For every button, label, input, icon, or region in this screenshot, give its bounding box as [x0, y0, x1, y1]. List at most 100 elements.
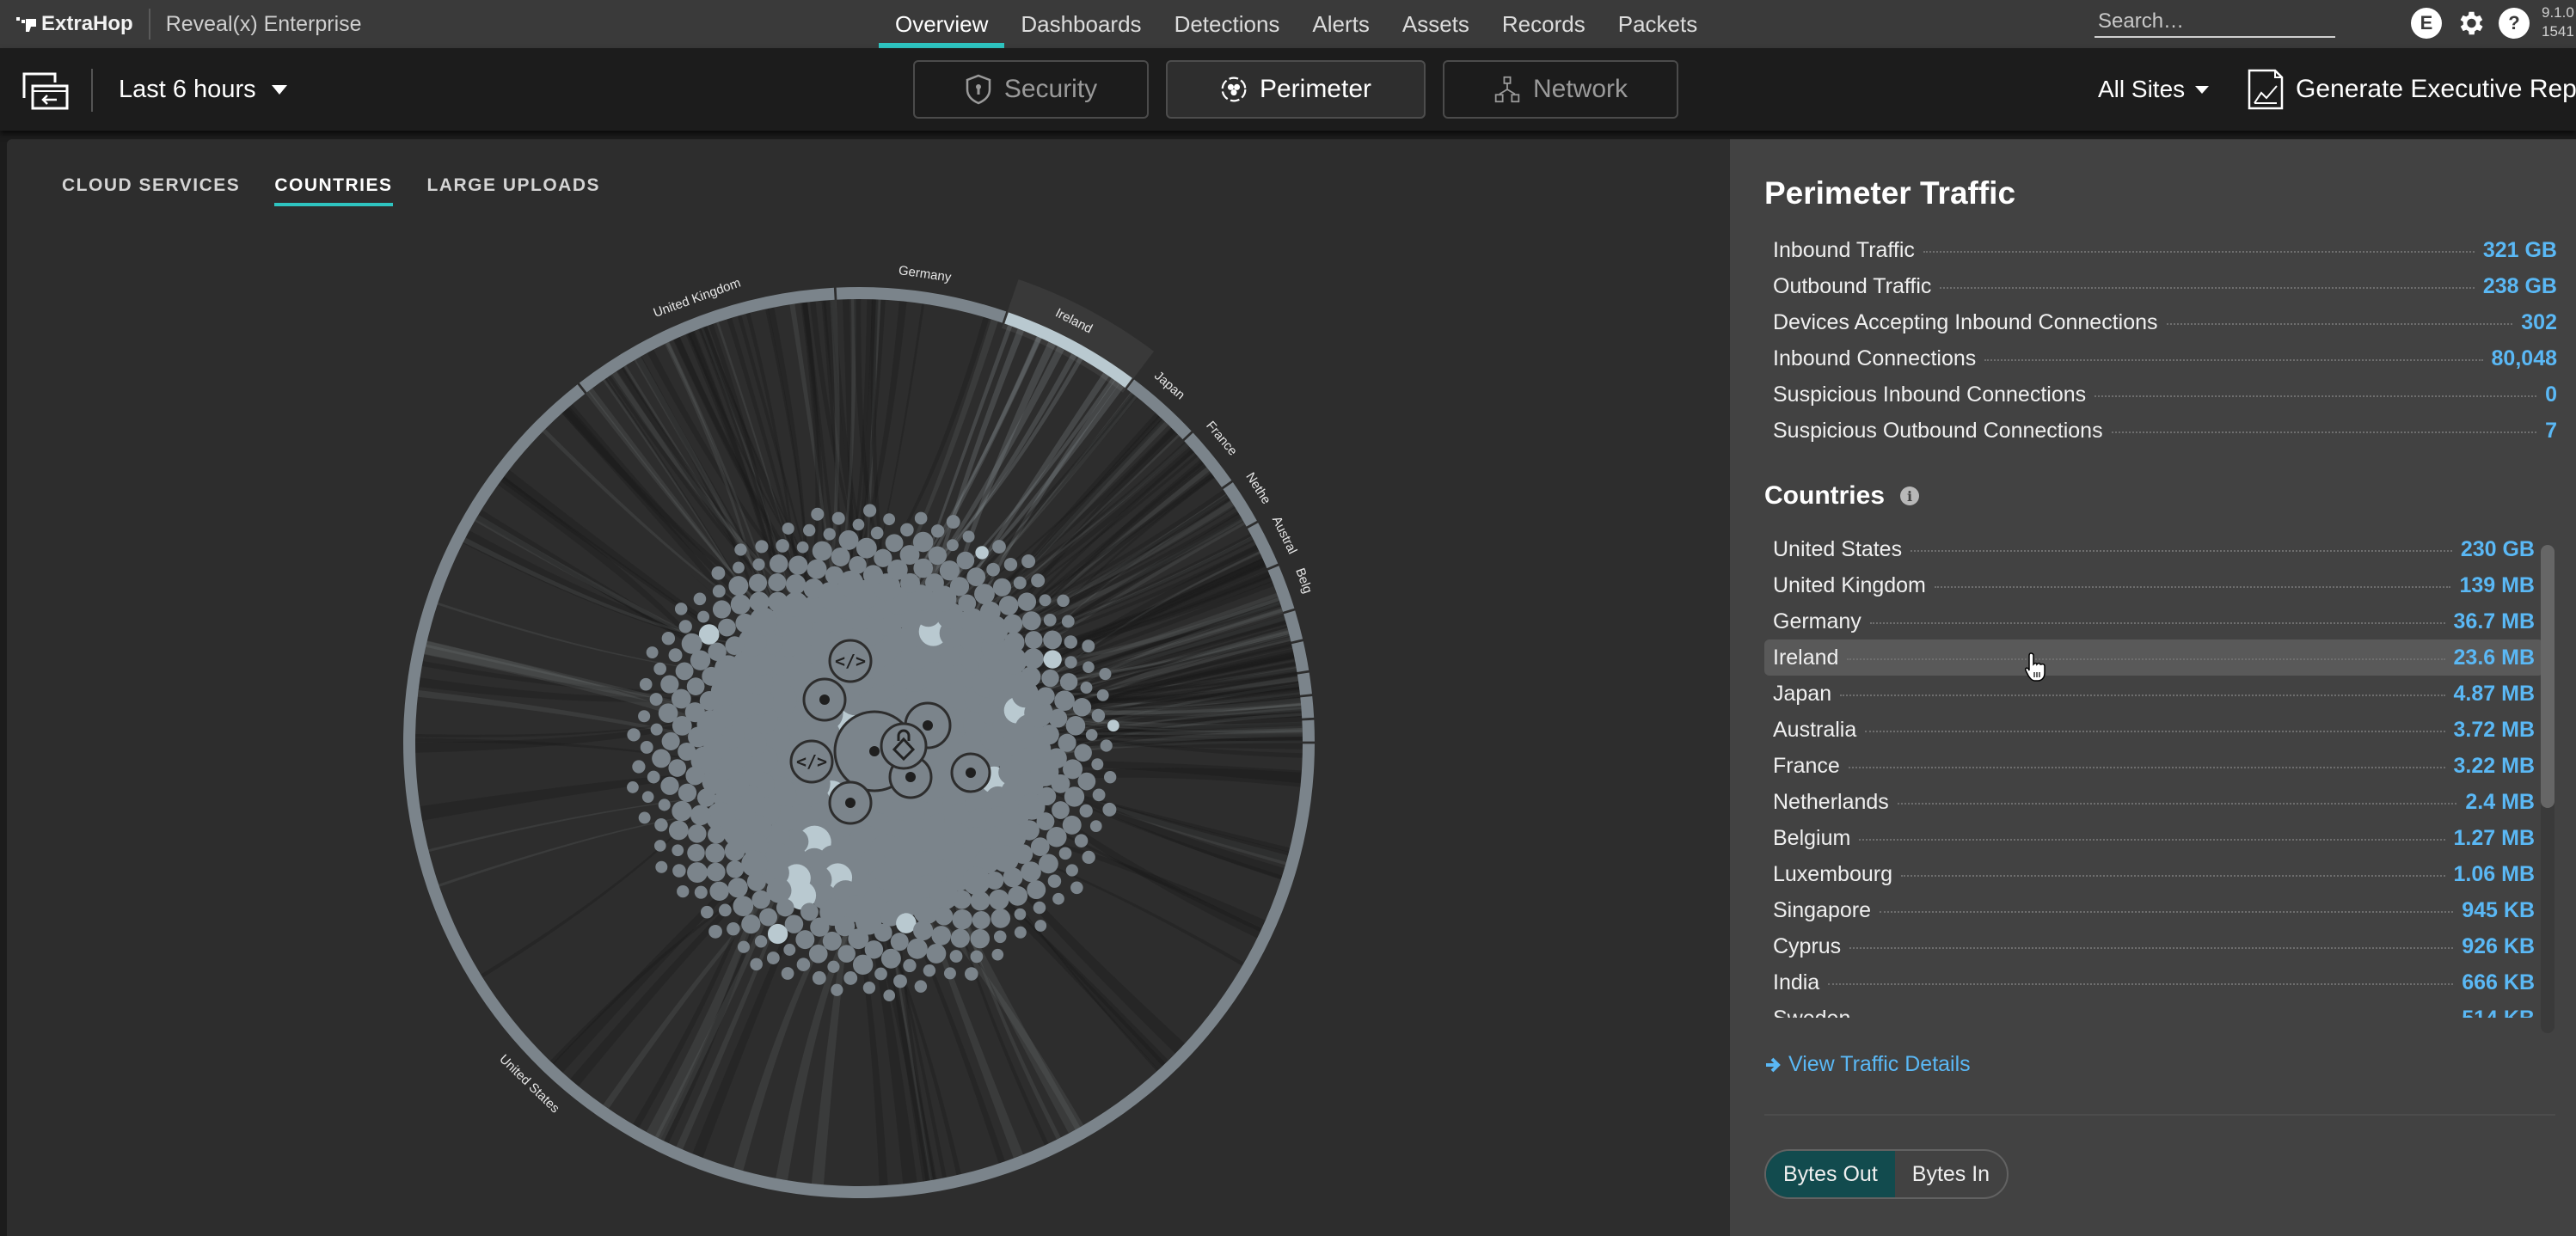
country-bytes[interactable]: 4.87 MB [2454, 682, 2535, 707]
device-bubble [979, 601, 1001, 622]
device-bubble [705, 843, 725, 863]
device-bubble [1019, 820, 1040, 841]
nav-overview[interactable]: Overview [879, 0, 1005, 48]
country-bytes[interactable]: 926 KB [2462, 934, 2535, 959]
bytes-in-option[interactable]: Bytes In [1895, 1151, 2007, 1197]
device-bubble [803, 523, 816, 537]
report-icon [2248, 69, 2284, 110]
device-bubble [913, 920, 934, 941]
country-bytes[interactable]: 1.27 MB [2454, 826, 2535, 851]
countries-scrollbar-thumb[interactable] [2541, 545, 2555, 808]
country-bytes[interactable]: 666 KB [2462, 970, 2535, 995]
perimeter-traffic-panel: Perimeter Traffic Inbound Traffic 321 GB … [1730, 139, 2576, 1236]
device-bubble [912, 531, 934, 553]
generate-report-button[interactable]: Generate Executive Report [2248, 67, 2576, 112]
nav-packets[interactable]: Packets [1602, 0, 1714, 48]
country-bytes[interactable]: 514 KB [2462, 1007, 2535, 1019]
stat-value[interactable]: 238 GB [2483, 274, 2557, 299]
device-bubble [1107, 719, 1119, 732]
country-row[interactable]: Belgium 1.27 MB [1764, 820, 2543, 856]
stat-value[interactable]: 7 [2545, 419, 2557, 444]
country-name: France [1773, 753, 1840, 778]
device-bubble [800, 903, 819, 921]
stat-inbound-traffic[interactable]: Inbound Traffic 321 GB [1773, 232, 2557, 268]
country-row[interactable]: India 666 KB [1764, 964, 2543, 1000]
dotted-leader [1984, 359, 2483, 361]
country-bytes[interactable]: 23.6 MB [2454, 646, 2535, 670]
device-bubble [1052, 892, 1064, 905]
tab-perimeter-label: Perimeter [1259, 75, 1372, 103]
country-bytes[interactable]: 2.4 MB [2465, 790, 2535, 815]
device-bubble [952, 909, 972, 930]
device-bubble [708, 825, 726, 844]
bytes-out-option[interactable]: Bytes Out [1766, 1151, 1895, 1197]
country-row[interactable]: Japan 4.87 MB [1764, 676, 2543, 712]
nav-records[interactable]: Records [1486, 0, 1602, 48]
stat-value[interactable]: 0 [2545, 382, 2557, 407]
device-bubble [768, 591, 788, 612]
stat-suspicious-outbound[interactable]: Suspicious Outbound Connections 7 [1773, 413, 2557, 449]
device-bubble [766, 951, 780, 964]
device-bubble [831, 983, 843, 996]
stat-value[interactable]: 321 GB [2483, 238, 2557, 263]
device-bubble [837, 945, 856, 963]
extrahop-logo[interactable]: ExtraHop [15, 12, 133, 36]
stat-suspicious-inbound[interactable]: Suspicious Inbound Connections 0 [1773, 376, 2557, 413]
stat-value[interactable]: 302 [2521, 310, 2557, 335]
device-bubble [796, 541, 809, 554]
toolbar: Last 6 hours Security Perimeter Network … [0, 48, 2576, 131]
country-bytes[interactable]: 230 GB [2461, 537, 2535, 562]
country-row[interactable]: United States 230 GB [1764, 531, 2543, 567]
gear-icon[interactable] [2454, 7, 2487, 40]
tab-security[interactable]: Security [913, 60, 1149, 119]
country-row[interactable]: Netherlands 2.4 MB [1764, 784, 2543, 820]
tab-large-uploads[interactable]: LARGE UPLOADS [427, 175, 601, 206]
country-row[interactable]: Sweden 514 KB [1764, 1000, 2543, 1019]
help-icon[interactable]: ? [2499, 8, 2530, 39]
device-bubble [1003, 632, 1025, 653]
country-bytes[interactable]: 36.7 MB [2454, 609, 2535, 634]
chord-diagram[interactable]: United StatesUnited KingdomGermanyIrelan… [7, 139, 1730, 1236]
country-row[interactable]: Luxembourg 1.06 MB [1764, 856, 2543, 892]
device-bubble [652, 749, 671, 768]
device-bubble [678, 742, 696, 762]
country-row[interactable]: France 3.22 MB [1764, 748, 2543, 784]
nav-alerts[interactable]: Alerts [1296, 0, 1385, 48]
dotted-leader [1923, 251, 2475, 253]
country-bytes[interactable]: 3.22 MB [2454, 754, 2535, 779]
country-row[interactable]: Ireland 23.6 MB [1764, 639, 2543, 676]
user-icon[interactable]: E [2411, 8, 2442, 39]
country-bytes[interactable]: 945 KB [2462, 898, 2535, 923]
stat-value[interactable]: 80,048 [2492, 346, 2557, 371]
device-bubble [1077, 772, 1096, 791]
info-icon[interactable]: i [1900, 486, 1920, 505]
nav-assets[interactable]: Assets [1386, 0, 1486, 48]
site-selector[interactable]: All Sites [2098, 67, 2210, 112]
country-bytes[interactable]: 139 MB [2459, 573, 2535, 598]
country-row[interactable]: Cyprus 926 KB [1764, 928, 2543, 964]
country-row[interactable]: Singapore 945 KB [1764, 892, 2543, 928]
country-row[interactable]: United Kingdom 139 MB [1764, 567, 2543, 603]
tab-cloud-services[interactable]: CLOUD SERVICES [62, 175, 240, 206]
device-bubble [991, 909, 1011, 928]
collapse-panel-button[interactable] [22, 72, 69, 110]
stat-inbound-connections[interactable]: Inbound Connections 80,048 [1773, 340, 2557, 376]
stat-outbound-traffic[interactable]: Outbound Traffic 238 GB [1773, 268, 2557, 304]
global-search-input[interactable] [2095, 7, 2335, 38]
device-bubble [726, 860, 745, 878]
country-bytes[interactable]: 1.06 MB [2454, 862, 2535, 887]
view-traffic-details-link[interactable]: View Traffic Details [1764, 1052, 1971, 1077]
tab-network-label: Network [1532, 75, 1628, 103]
build-number: 1541 [2542, 23, 2574, 40]
country-row[interactable]: Germany 36.7 MB [1764, 603, 2543, 639]
device-bubble [708, 642, 727, 661]
time-range-selector[interactable]: Last 6 hours [119, 67, 287, 112]
country-bytes[interactable]: 3.72 MB [2454, 718, 2535, 743]
nav-dashboards[interactable]: Dashboards [1004, 0, 1157, 48]
tab-perimeter[interactable]: Perimeter [1166, 60, 1426, 119]
nav-detections[interactable]: Detections [1158, 0, 1297, 48]
tab-network[interactable]: Network [1443, 60, 1678, 119]
tab-countries[interactable]: COUNTRIES [274, 175, 393, 206]
country-row[interactable]: Australia 3.72 MB [1764, 712, 2543, 748]
stat-devices-accepting-inbound[interactable]: Devices Accepting Inbound Connections 302 [1773, 304, 2557, 340]
